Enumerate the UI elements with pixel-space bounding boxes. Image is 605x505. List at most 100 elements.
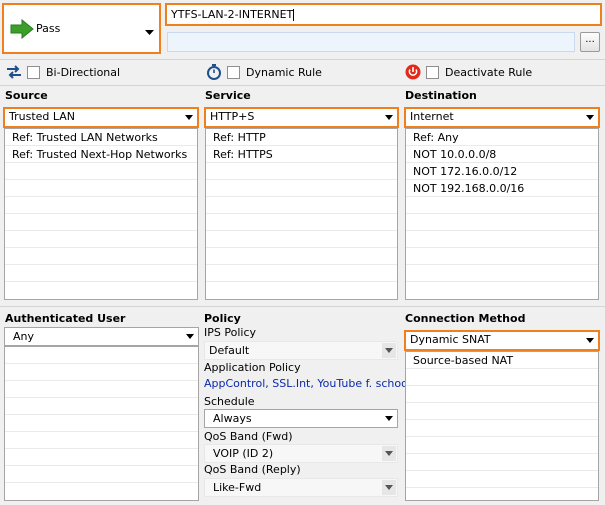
service-select[interactable]: HTTP+S — [204, 107, 399, 128]
chevron-down-icon — [185, 115, 193, 120]
list-item-empty — [5, 180, 197, 197]
chevron-down-icon — [186, 334, 194, 339]
deactivate-rule-label: Deactivate Rule — [445, 65, 533, 79]
green-arrow-right-icon — [10, 18, 34, 42]
ips-policy-select[interactable]: Default — [204, 341, 398, 360]
swap-arrows-icon — [5, 64, 23, 80]
list-item-empty — [406, 231, 598, 248]
list-item-empty — [406, 437, 598, 454]
dynamic-rule-label: Dynamic Rule — [246, 65, 322, 79]
list-item-empty — [206, 265, 397, 282]
chevron-down-icon — [385, 416, 393, 421]
list-item[interactable]: Source-based NAT — [406, 352, 598, 369]
list-item-empty — [5, 364, 198, 381]
list-item-empty — [406, 403, 598, 420]
source-list[interactable]: Ref: Trusted LAN Networks Ref: Trusted N… — [4, 128, 198, 300]
rule-name-text: YTFS-LAN-2-INTERNET — [171, 8, 294, 21]
connection-list[interactable]: Source-based NAT — [405, 351, 599, 501]
stopwatch-icon — [205, 64, 223, 80]
list-item-empty — [206, 214, 397, 231]
destination-selected: Internet — [410, 110, 454, 123]
divider — [0, 85, 605, 86]
list-item-empty — [5, 197, 197, 214]
list-item[interactable]: Ref: Trusted LAN Networks — [5, 129, 197, 146]
dynamic-rule-checkbox[interactable] — [227, 65, 240, 79]
action-label: Pass — [36, 22, 61, 35]
service-title: Service — [205, 89, 251, 102]
list-item-empty — [206, 248, 397, 265]
schedule-value: Always — [213, 412, 252, 425]
list-item-empty — [206, 197, 397, 214]
rule-name-field[interactable]: YTFS-LAN-2-INTERNET — [165, 3, 602, 26]
list-item[interactable]: Ref: Trusted Next-Hop Networks — [5, 146, 197, 163]
app-policy-label: Application Policy — [204, 361, 301, 374]
chevron-down-icon — [382, 343, 396, 358]
list-item-empty — [5, 214, 197, 231]
connection-selected: Dynamic SNAT — [410, 333, 491, 346]
list-item-empty — [206, 231, 397, 248]
list-item-empty — [406, 369, 598, 386]
list-item[interactable]: Ref: HTTPS — [206, 146, 397, 163]
auth-user-list[interactable] — [4, 346, 199, 501]
list-item-empty — [5, 248, 197, 265]
app-policy-link[interactable]: AppControl, SSL.Int, YouTube f. schools — [204, 377, 417, 390]
list-item-empty — [406, 386, 598, 403]
list-item-empty — [206, 180, 397, 197]
list-item-empty — [5, 398, 198, 415]
connection-select[interactable]: Dynamic SNAT — [404, 330, 600, 351]
list-item-empty — [406, 471, 598, 488]
auth-user-selected: Any — [13, 330, 35, 343]
qos-fwd-select[interactable]: VOIP (ID 2) — [204, 444, 398, 463]
list-item-empty — [5, 347, 198, 364]
source-select[interactable]: Trusted LAN — [3, 107, 199, 128]
deactivate-rule-checkbox[interactable] — [426, 65, 439, 79]
list-item-empty — [406, 265, 598, 282]
list-item-empty — [406, 248, 598, 265]
chevron-down-icon — [385, 115, 393, 120]
auth-user-title: Authenticated User — [5, 312, 126, 325]
list-item[interactable]: Ref: Any — [406, 129, 598, 146]
source-title: Source — [5, 89, 48, 102]
policy-title: Policy — [204, 312, 241, 325]
list-item-empty — [5, 163, 197, 180]
destination-list[interactable]: Ref: Any NOT 10.0.0.0/8 NOT 172.16.0.0/1… — [405, 128, 599, 300]
service-list[interactable]: Ref: HTTP Ref: HTTPS — [205, 128, 398, 300]
chevron-down-icon — [382, 480, 396, 495]
list-item-empty — [5, 415, 198, 432]
list-item[interactable]: NOT 192.168.0.0/16 — [406, 180, 598, 197]
chevron-down-icon — [382, 446, 396, 461]
qos-reply-label: QoS Band (Reply) — [204, 463, 301, 476]
chevron-down-icon — [586, 338, 594, 343]
bidirectional-checkbox[interactable] — [27, 65, 40, 79]
ips-policy-value: Default — [209, 344, 250, 357]
ips-policy-label: IPS Policy — [204, 326, 256, 339]
destination-title: Destination — [405, 89, 477, 102]
list-item-empty — [406, 214, 598, 231]
list-item-empty — [206, 163, 397, 180]
power-icon — [404, 64, 422, 80]
destination-select[interactable]: Internet — [404, 107, 600, 128]
browse-button[interactable]: ... — [580, 32, 600, 52]
qos-reply-select[interactable]: Like-Fwd — [204, 478, 398, 497]
list-item[interactable]: Ref: HTTP — [206, 129, 397, 146]
list-item-empty — [5, 265, 197, 282]
list-item-empty — [406, 197, 598, 214]
schedule-select[interactable]: Always — [204, 409, 398, 428]
list-item[interactable]: NOT 10.0.0.0/8 — [406, 146, 598, 163]
dynamic-rule-option[interactable]: Dynamic Rule — [205, 64, 322, 80]
rule-comment-field[interactable] — [167, 32, 575, 52]
qos-fwd-value: VOIP (ID 2) — [213, 447, 274, 460]
source-selected: Trusted LAN — [9, 110, 76, 123]
bidirectional-option[interactable]: Bi-Directional — [5, 64, 120, 80]
qos-fwd-label: QoS Band (Fwd) — [204, 430, 293, 443]
chevron-down-icon — [586, 115, 594, 120]
action-selector[interactable]: Pass — [2, 3, 161, 54]
list-item-empty — [5, 449, 198, 466]
auth-user-select[interactable]: Any — [4, 327, 199, 346]
list-item-empty — [5, 381, 198, 398]
deactivate-rule-option[interactable]: Deactivate Rule — [404, 64, 532, 80]
list-item[interactable]: NOT 172.16.0.0/12 — [406, 163, 598, 180]
bidirectional-label: Bi-Directional — [46, 65, 121, 79]
service-selected: HTTP+S — [210, 110, 255, 123]
list-item-empty — [5, 466, 198, 483]
